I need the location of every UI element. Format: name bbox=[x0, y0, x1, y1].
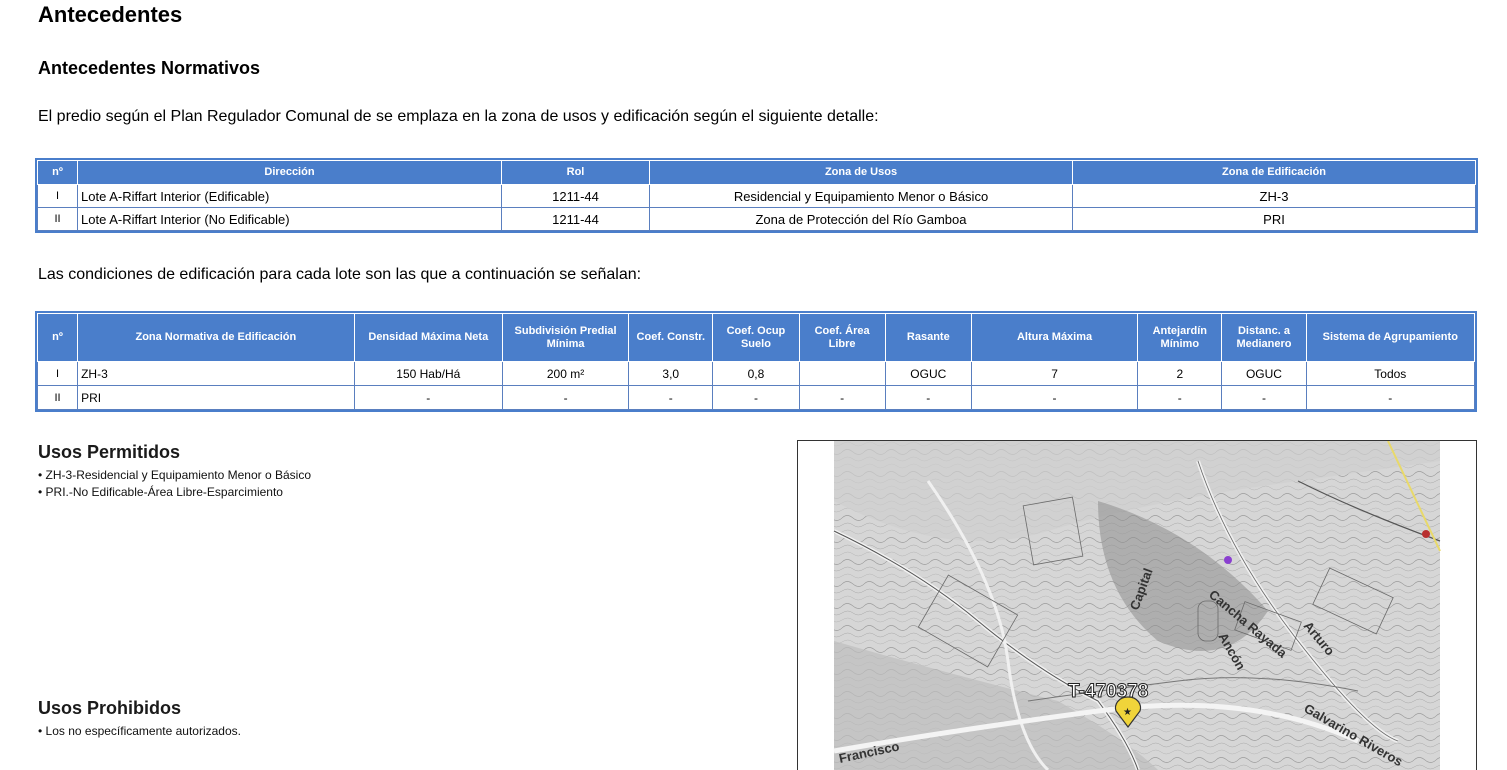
list-item: • Los no específicamente autorizados. bbox=[38, 724, 241, 738]
cell: Residencial y Equipamiento Menor o Básic… bbox=[649, 184, 1073, 208]
col-header: Antejardín Mínimo bbox=[1137, 313, 1223, 362]
intro-paragraph: El predio según el Plan Regulador Comuna… bbox=[38, 108, 879, 125]
table-row: I ZH-3 150 Hab/Há 200 m² 3,0 0,8 OGUC 7 … bbox=[36, 361, 1476, 386]
cell: OGUC bbox=[884, 361, 972, 386]
cell: I bbox=[37, 184, 78, 208]
section-subtitle: Antecedentes Normativos bbox=[38, 58, 261, 78]
page-title: Antecedentes bbox=[38, 2, 183, 27]
cell: 150 Hab/Há bbox=[353, 361, 503, 386]
cell: 1211-44 bbox=[501, 184, 650, 208]
col-header: nº bbox=[36, 313, 79, 362]
building-conditions-table: nº Zona Normativa de Edificación Densida… bbox=[35, 311, 1477, 412]
col-header: Coef. Constr. bbox=[628, 313, 714, 362]
table-row: II Lote A-Riffart Interior (No Edificabl… bbox=[37, 207, 1476, 231]
cell bbox=[798, 361, 886, 386]
cell: - bbox=[884, 385, 972, 410]
cell: - bbox=[1305, 385, 1476, 410]
cell: - bbox=[798, 385, 886, 410]
list-item: • PRI.-No Edificable-Área Libre-Esparcim… bbox=[38, 485, 283, 499]
col-header: Zona Normativa de Edificación bbox=[77, 313, 355, 362]
conditions-table-header: nº Zona Normativa de Edificación Densida… bbox=[36, 313, 1476, 362]
conditions-paragraph: Las condiciones de edificación para cada… bbox=[38, 266, 642, 283]
col-header: Coef. Ocup Suelo bbox=[712, 313, 800, 362]
usos-prohibidos-title: Usos Prohibidos bbox=[38, 698, 182, 718]
location-map: Capital Cancha Rayada Arturo Ancón Galva… bbox=[797, 440, 1477, 770]
cell: Lote A-Riffart Interior (Edificable) bbox=[77, 184, 502, 208]
cell: 7 bbox=[970, 361, 1139, 386]
svg-text:★: ★ bbox=[1123, 707, 1132, 718]
col-header: Altura Máxima bbox=[970, 313, 1139, 362]
cell: - bbox=[1137, 385, 1223, 410]
cell: II bbox=[36, 385, 79, 410]
col-header: Subdivisión Predial Mínima bbox=[501, 313, 630, 362]
cell: Lote A-Riffart Interior (No Edificable) bbox=[77, 207, 502, 231]
cell: ZH-3 bbox=[77, 361, 355, 386]
col-header: Zona de Edificación bbox=[1072, 160, 1476, 185]
map-image: Capital Cancha Rayada Arturo Ancón Galva… bbox=[833, 441, 1441, 770]
usos-permitidos-list: • ZH-3-Residencial y Equipamiento Menor … bbox=[38, 467, 311, 501]
cell: 2 bbox=[1137, 361, 1223, 386]
cell: 0,8 bbox=[712, 361, 800, 386]
cell: Todos bbox=[1305, 361, 1476, 386]
col-header: Coef. Área Libre bbox=[798, 313, 886, 362]
table-row: II PRI - - - - - - - - - - bbox=[36, 385, 1476, 410]
cell: - bbox=[1221, 385, 1307, 410]
cell: II bbox=[37, 207, 78, 231]
cell: OGUC bbox=[1221, 361, 1307, 386]
table-row: I Lote A-Riffart Interior (Edificable) 1… bbox=[37, 184, 1476, 208]
col-header: nº bbox=[37, 160, 78, 185]
col-header: Densidad Máxima Neta bbox=[353, 313, 503, 362]
cell: 1211-44 bbox=[501, 207, 650, 231]
cell: PRI bbox=[1072, 207, 1476, 231]
cell: PRI bbox=[77, 385, 355, 410]
list-item: • ZH-3-Residencial y Equipamiento Menor … bbox=[38, 468, 311, 482]
col-header: Distanc. a Medianero bbox=[1221, 313, 1307, 362]
col-header: Sistema de Agrupamiento bbox=[1305, 313, 1476, 362]
cell: - bbox=[970, 385, 1139, 410]
col-header: Zona de Usos bbox=[649, 160, 1073, 185]
cell: I bbox=[36, 361, 79, 386]
zoning-table-header: nº Dirección Rol Zona de Usos Zona de Ed… bbox=[37, 160, 1476, 185]
zoning-table: nº Dirección Rol Zona de Usos Zona de Ed… bbox=[35, 158, 1478, 233]
col-header: Rasante bbox=[884, 313, 972, 362]
cell: - bbox=[501, 385, 630, 410]
usos-prohibidos-list: • Los no específicamente autorizados. bbox=[38, 723, 241, 740]
cell: ZH-3 bbox=[1072, 184, 1476, 208]
cell: - bbox=[628, 385, 714, 410]
col-header: Rol bbox=[501, 160, 650, 185]
cell: - bbox=[353, 385, 503, 410]
usos-permitidos-title: Usos Permitidos bbox=[38, 442, 181, 462]
cell: - bbox=[712, 385, 800, 410]
cell: 200 m² bbox=[501, 361, 630, 386]
cell: Zona de Protección del Río Gamboa bbox=[649, 207, 1073, 231]
col-header: Dirección bbox=[77, 160, 502, 185]
cell: 3,0 bbox=[628, 361, 714, 386]
